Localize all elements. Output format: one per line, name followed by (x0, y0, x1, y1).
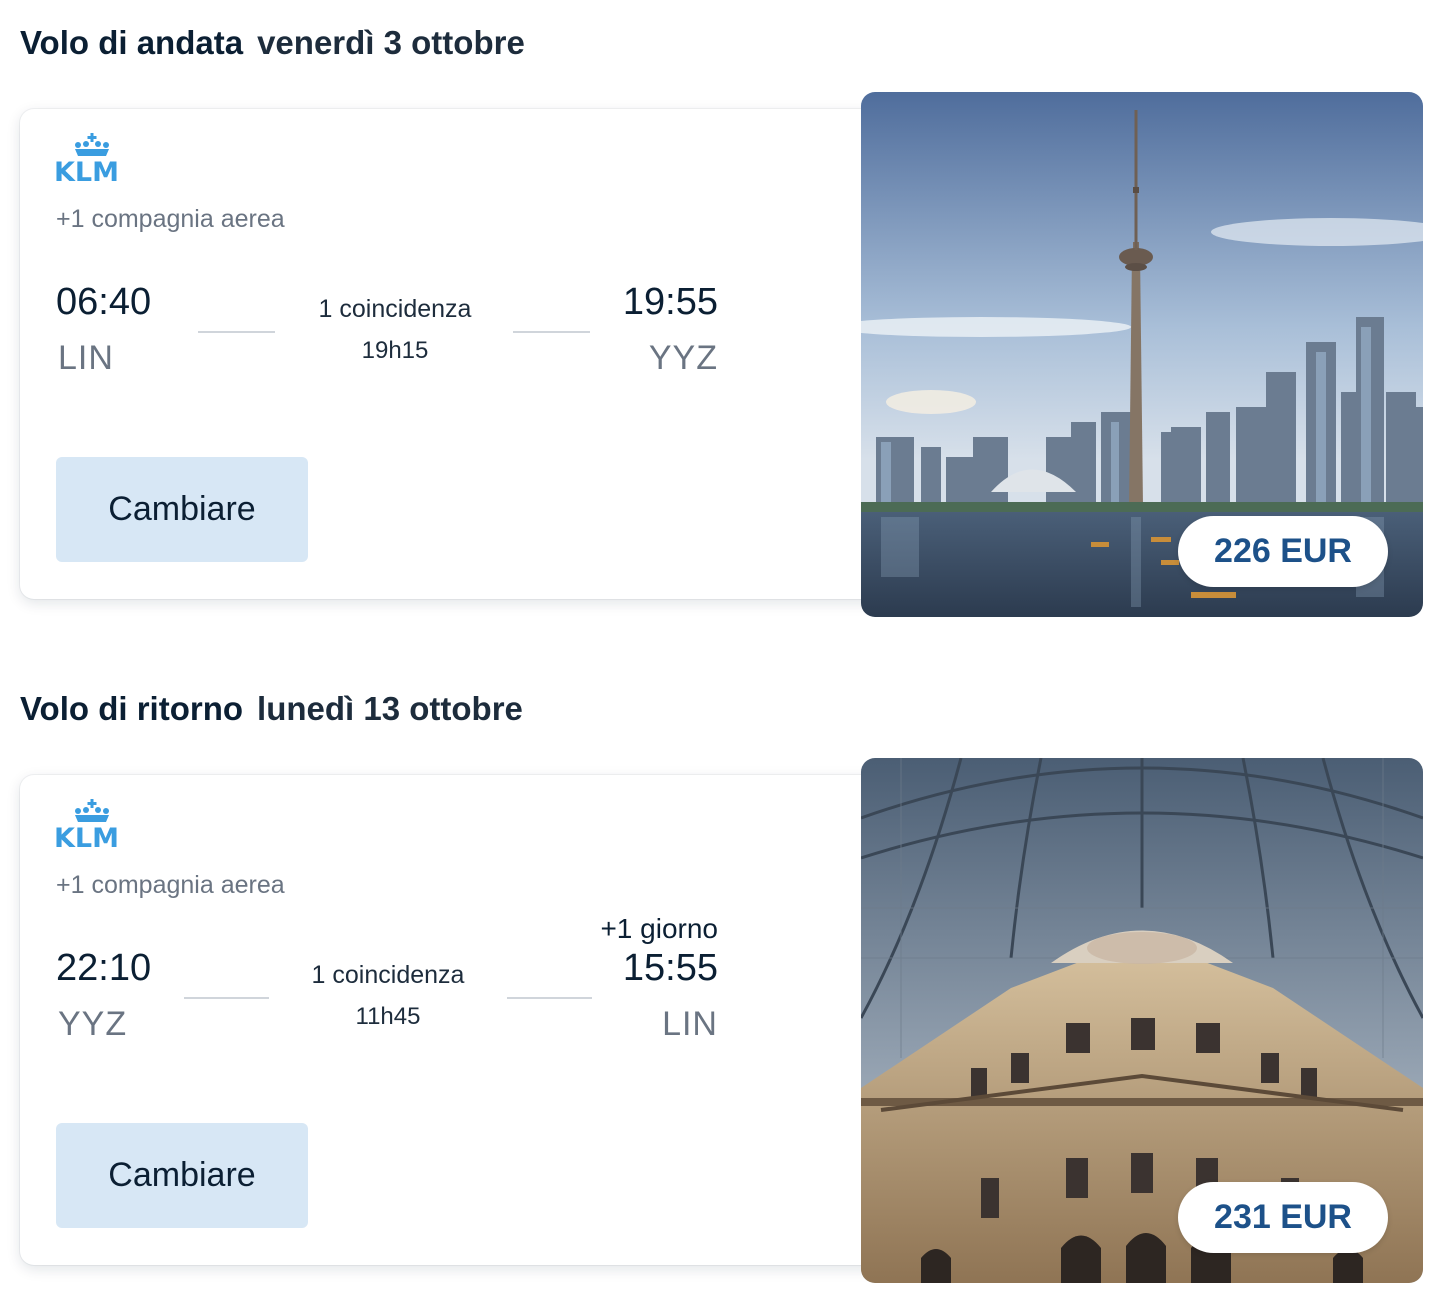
change-outbound-button[interactable]: Cambiare (56, 457, 308, 562)
klm-logo: KLM (54, 799, 134, 854)
return-price-badge: 231 EUR (1178, 1182, 1388, 1253)
departure-time: 06:40 (56, 281, 152, 323)
outbound-price-badge: 226 EUR (1178, 516, 1388, 587)
arrival-airport: LIN (662, 1005, 718, 1043)
route-line-left (198, 331, 275, 333)
arrival-airport: YYZ (648, 339, 718, 377)
stops-count: 1 coincidenza (318, 295, 472, 323)
departure-airport: YYZ (58, 1005, 128, 1043)
departure-time: 22:10 (56, 947, 152, 989)
departure-airport: LIN (58, 339, 114, 377)
klm-logo: KLM (54, 133, 134, 188)
klm-logo-text: KLM (54, 157, 119, 188)
outbound-heading-date: venerdì 3 ottobre (257, 24, 525, 61)
outbound-heading: Volo di andata venerdì 3 ottobre (20, 24, 525, 62)
route-line-right (507, 997, 592, 999)
route-line-left (184, 997, 269, 999)
change-return-button[interactable]: Cambiare (56, 1123, 308, 1228)
outbound-heading-title: Volo di andata (20, 24, 244, 61)
flight-duration: 19h15 (361, 337, 429, 364)
return-heading-date: lunedì 13 ottobre (257, 690, 523, 727)
return-heading: Volo di ritorno lunedì 13 ottobre (20, 690, 523, 728)
arrival-time: 19:55 (622, 281, 718, 323)
return-flight-card[interactable]: KLM +1 compagnia aerea 22:10 YYZ 1 coinc… (20, 775, 900, 1265)
arrival-time: 15:55 (622, 947, 718, 989)
toronto-skyline-image: 226 EUR (861, 92, 1423, 617)
arrival-next-day: +1 giorno (600, 913, 718, 944)
route-line-right (513, 331, 590, 333)
flight-duration: 11h45 (355, 1003, 421, 1030)
outbound-flight-card[interactable]: KLM +1 compagnia aerea 06:40 LIN 1 coinc… (20, 109, 900, 599)
return-heading-title: Volo di ritorno (20, 690, 244, 727)
additional-airline-text: +1 compagnia aerea (56, 205, 285, 233)
stops-count: 1 coincidenza (311, 961, 465, 989)
milan-galleria-image: 231 EUR (861, 758, 1423, 1283)
additional-airline-text: +1 compagnia aerea (56, 871, 285, 899)
klm-logo-text: KLM (54, 823, 119, 854)
